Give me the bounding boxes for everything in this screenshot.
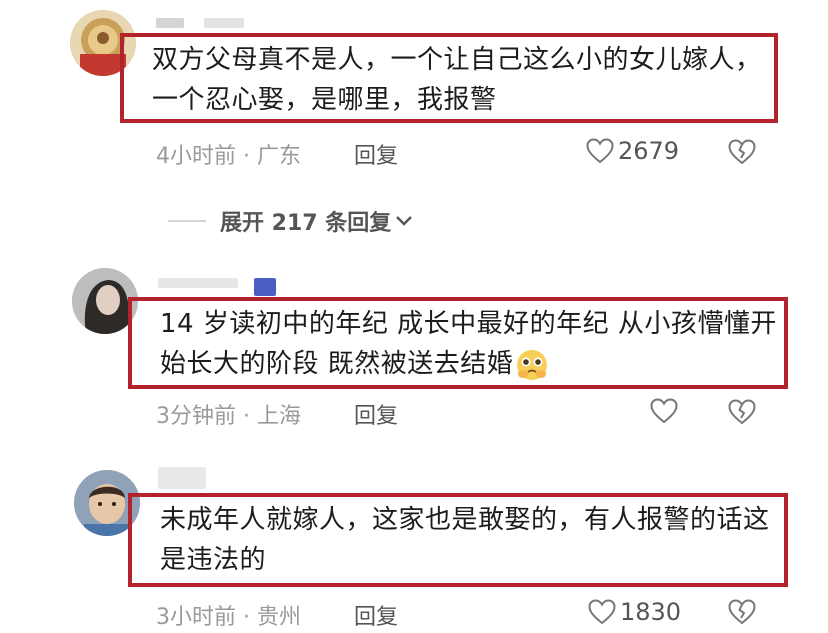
- divider: [168, 220, 206, 222]
- comment-content-highlight: 14 岁读初中的年纪 成长中最好的年纪 从小孩懵懂开始长大的阶段 既然被送去结婚: [128, 297, 788, 389]
- like-count: 1830: [620, 598, 682, 626]
- like-button[interactable]: 2679: [586, 137, 679, 165]
- username[interactable]: [158, 278, 238, 288]
- like-button[interactable]: 1830: [588, 598, 681, 626]
- comment-content-highlight: 未成年人就嫁人，这家也是敢娶的，有人报警的话这是违法的: [128, 493, 788, 587]
- reply-button[interactable]: 回复: [354, 138, 398, 170]
- expand-replies-button[interactable]: 展开 217 条回复: [168, 205, 413, 237]
- dislike-heart-icon[interactable]: [728, 599, 756, 625]
- heart-outline-icon: [588, 599, 616, 625]
- like-count: 2679: [618, 137, 680, 165]
- expand-replies-label: 展开 217 条回复: [220, 211, 392, 236]
- comment-content-highlight: 双方父母真不是人，一个让自己这么小的女儿嫁人，一个忍心娶，是哪里，我报警: [120, 33, 778, 123]
- username[interactable]: [158, 467, 206, 489]
- dislike-heart-icon[interactable]: [728, 399, 756, 425]
- heart-outline-icon[interactable]: [650, 398, 678, 424]
- chevron-down-icon: [395, 215, 413, 227]
- comment-text-body: 14 岁读初中的年纪 成长中最好的年纪 从小孩懵懂开始长大的阶段 既然被送去结婚: [160, 309, 777, 379]
- comment-text: 未成年人就嫁人，这家也是敢娶的，有人报警的话这是违法的: [160, 505, 770, 575]
- username: [204, 18, 244, 28]
- pleading-face-emoji: [515, 348, 549, 382]
- username[interactable]: [156, 18, 184, 28]
- reply-button[interactable]: 回复: [354, 398, 398, 430]
- heart-outline-icon: [586, 138, 614, 164]
- comment-time-location: 3分钟前 · 上海: [156, 404, 301, 429]
- username: [254, 278, 276, 296]
- comment-text: 双方父母真不是人，一个让自己这么小的女儿嫁人，一个忍心娶，是哪里，我报警: [152, 45, 762, 115]
- dislike-heart-icon[interactable]: [728, 139, 756, 165]
- comment-time-location: 4小时前 · 广东: [156, 144, 301, 169]
- comment-text: 14 岁读初中的年纪 成长中最好的年纪 从小孩懵懂开始长大的阶段 既然被送去结婚: [160, 304, 784, 384]
- comment-time-location: 3小时前 · 贵州: [156, 605, 301, 630]
- reply-button[interactable]: 回复: [354, 599, 398, 631]
